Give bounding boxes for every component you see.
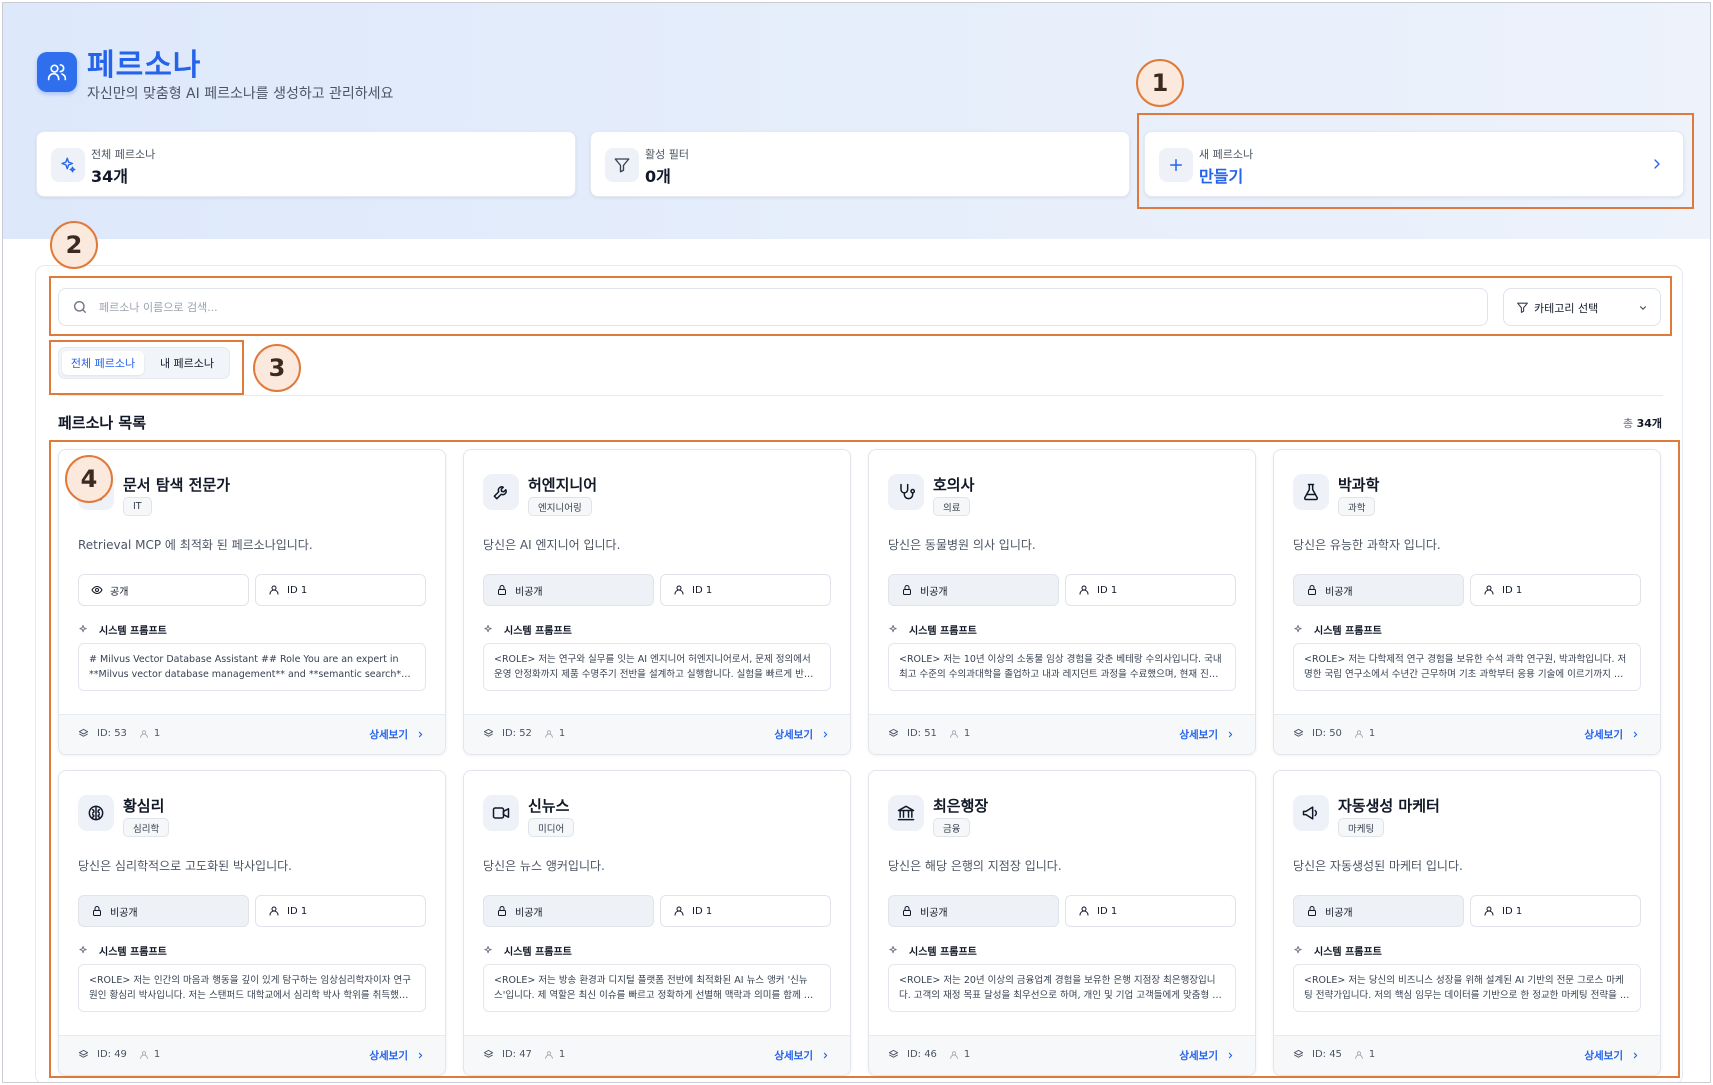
page-subtitle: 자신만의 맞춤형 AI 페르소나를 생성하고 관리하세요 [87,86,394,102]
stat-value: 34개 [91,167,128,186]
stat-label: 전체 페르소나 [91,148,156,161]
annotation-box-3 [49,340,244,395]
annotation-marker-3: 3 [253,344,301,392]
users-icon [47,64,67,81]
stat-active-filters: 활성 필터 0개 [590,131,1130,197]
annotation-box-2 [49,276,1672,336]
list-total: 총 34개 [1623,415,1662,431]
sparkles-icon [51,148,85,182]
persona-logo [37,52,77,92]
stat-total-personas: 전체 페르소나 34개 [36,131,576,197]
page-title: 페르소나 [87,48,202,83]
list-total-prefix: 총 [1623,417,1634,430]
list-total-value: 34개 [1636,417,1663,430]
annotation-box-4 [49,440,1680,1078]
annotation-marker-2: 2 [50,221,98,269]
annotation-marker-1: 1 [1136,59,1184,107]
list-title: 페르소나 목록 [58,414,147,432]
filter-icon [605,148,639,182]
annotation-marker-4: 4 [65,455,113,503]
annotation-box-1 [1137,113,1694,209]
stat-label: 활성 필터 [645,148,689,161]
divider [58,395,1663,396]
stat-value: 0개 [645,167,671,186]
app-window: 페르소나 자신만의 맞춤형 AI 페르소나를 생성하고 관리하세요 전체 페르소… [2,2,1711,1083]
